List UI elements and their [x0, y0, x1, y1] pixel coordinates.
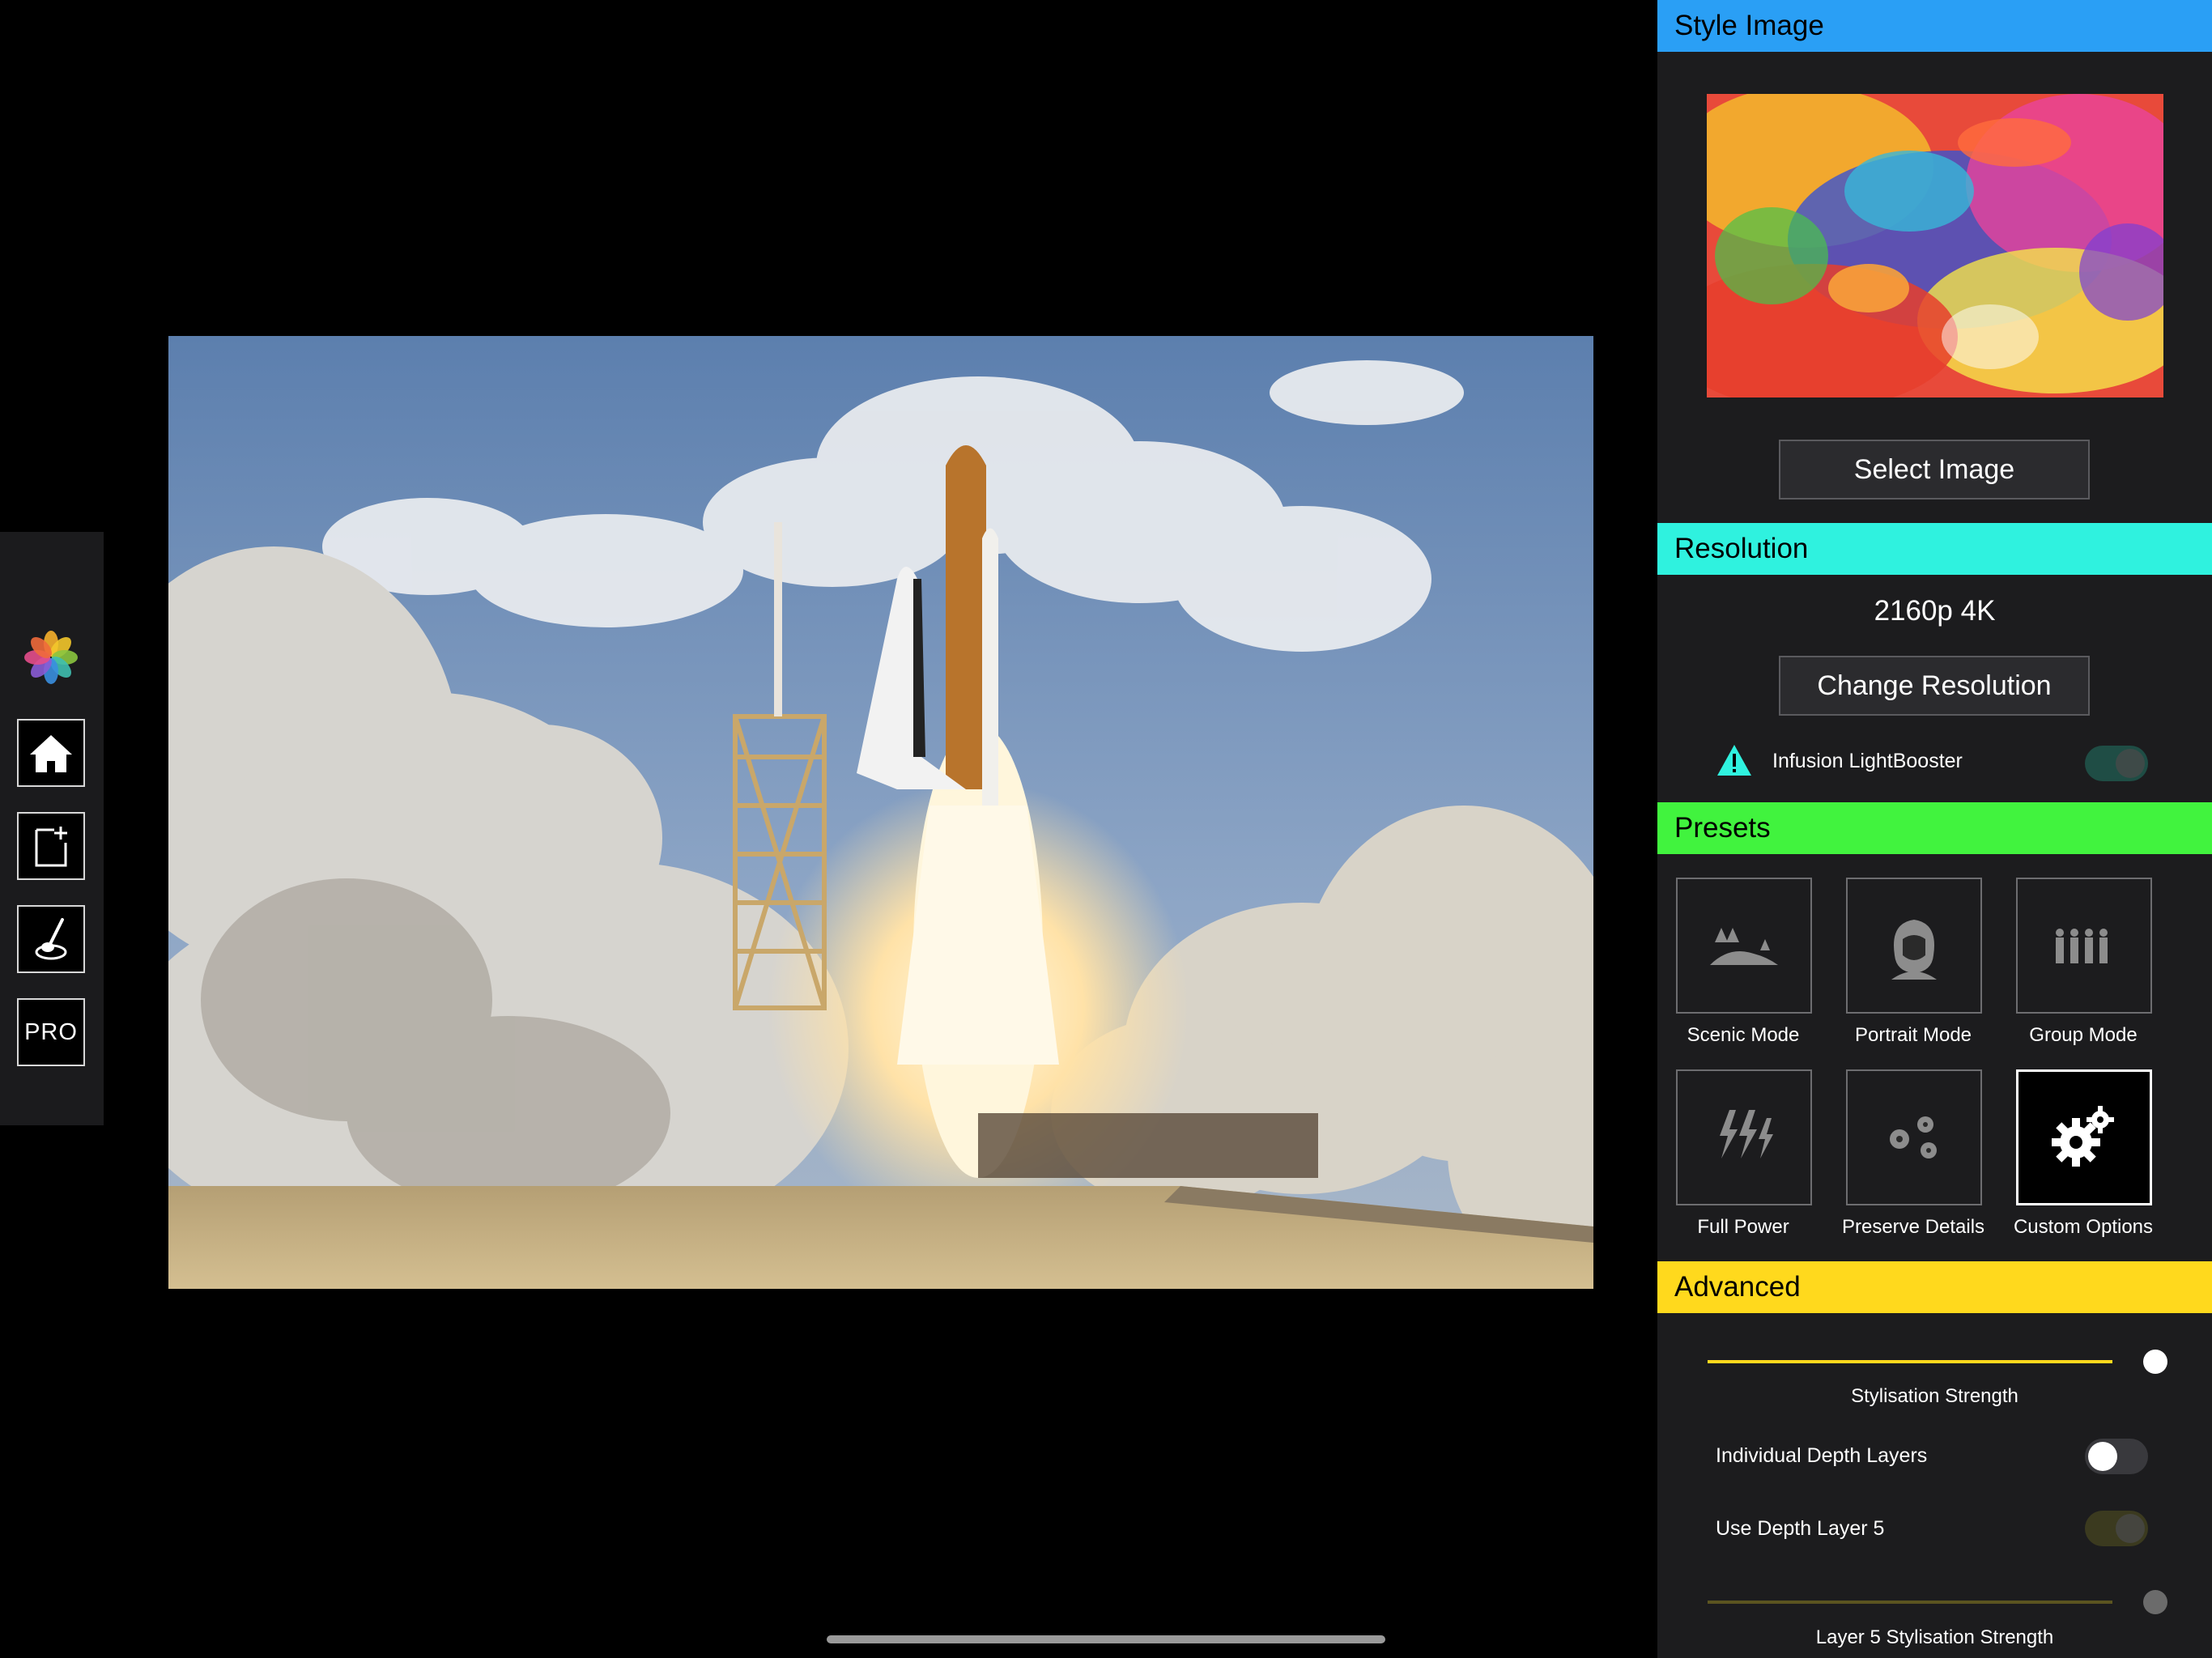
style-image-header: Style Image	[1657, 0, 2212, 52]
scenic-icon	[1710, 928, 1778, 965]
lightbooster-toggle[interactable]	[2085, 746, 2148, 781]
toggle-knob	[2088, 1442, 2117, 1471]
select-image-button[interactable]: Select Image	[1779, 440, 2090, 500]
warning-icon[interactable]	[1716, 743, 1753, 777]
settings-panel: Style Image Select Image Resolution 2160…	[1657, 0, 2212, 1658]
slider-thumb[interactable]	[2143, 1590, 2167, 1614]
slider-track	[1708, 1601, 2112, 1604]
lightning-icon	[1720, 1110, 1773, 1158]
home-button[interactable]	[17, 719, 85, 787]
advanced-header: Advanced	[1657, 1261, 2212, 1313]
layer5-stylisation-strength-slider[interactable]	[1708, 1586, 2193, 1618]
preset-tile	[2016, 878, 2152, 1014]
brush-icon	[35, 918, 67, 960]
brush-button[interactable]	[17, 905, 85, 973]
home-icon	[30, 735, 72, 772]
photos-icon[interactable]	[21, 627, 81, 687]
preset-tile	[1846, 1069, 1982, 1205]
resolution-value: 2160p 4K	[1874, 595, 1996, 627]
new-document-button[interactable]	[17, 812, 85, 880]
app-window: PRO Style Image Select Image Resolution …	[0, 0, 2212, 1658]
toggle-knob	[2116, 749, 2145, 778]
preset-label: Scenic Mode	[1687, 1024, 1800, 1046]
new-document-icon	[35, 827, 67, 867]
portrait-icon	[1891, 920, 1937, 980]
stylisation-strength-label: Stylisation Strength	[1851, 1385, 2018, 1407]
group-icon	[2056, 929, 2108, 963]
slider-thumb[interactable]	[2143, 1350, 2167, 1374]
style-image-thumbnail[interactable]	[1707, 94, 2163, 397]
preset-label: Group Mode	[2029, 1024, 2138, 1046]
home-indicator[interactable]	[827, 1635, 1385, 1643]
preset-tile	[1676, 1069, 1812, 1205]
toggle-knob	[2116, 1514, 2145, 1543]
pro-label: PRO	[24, 1018, 78, 1045]
layer5-stylisation-strength-label: Layer 5 Stylisation Strength	[1815, 1626, 2054, 1648]
preset-tile	[1846, 878, 1982, 1014]
preset-label: Preserve Details	[1841, 1216, 1985, 1238]
preset-tile	[1676, 878, 1812, 1014]
preset-tile	[2016, 1069, 2152, 1205]
preset-label: Full Power	[1697, 1216, 1789, 1238]
presets-header: Presets	[1657, 802, 2212, 854]
stylisation-strength-slider[interactable]	[1708, 1346, 2193, 1378]
preset-label: Portrait Mode	[1854, 1024, 1972, 1046]
preset-label: Custom Options	[2013, 1216, 2154, 1238]
individual-depth-layers-label: Individual Depth Layers	[1716, 1444, 1928, 1467]
slider-track	[1708, 1360, 2112, 1363]
pro-button[interactable]: PRO	[17, 998, 85, 1066]
use-depth-layer-5-label: Use Depth Layer 5	[1716, 1517, 1885, 1540]
change-resolution-button[interactable]: Change Resolution	[1779, 656, 2090, 716]
flowers-icon	[1890, 1116, 1937, 1158]
gears-icon	[2052, 1106, 2114, 1167]
individual-depth-layers-toggle[interactable]	[2085, 1439, 2148, 1474]
resolution-header: Resolution	[1657, 523, 2212, 575]
use-depth-layer-5-toggle[interactable]	[2085, 1511, 2148, 1546]
content-image	[168, 336, 1593, 1289]
lightbooster-label: Infusion LightBooster	[1772, 750, 1963, 772]
